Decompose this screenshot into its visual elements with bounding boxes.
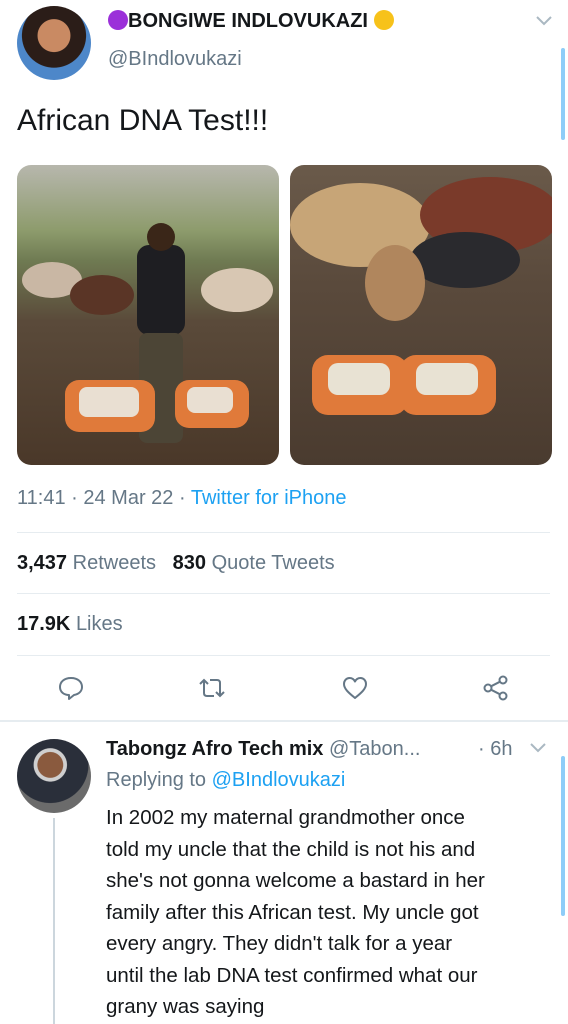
section-divider <box>0 720 568 722</box>
quote-tweets-stat[interactable]: 830 Quote Tweets <box>173 552 335 574</box>
reply-icon[interactable] <box>57 674 85 702</box>
yellow-circle-emoji-icon <box>373 10 394 30</box>
author-avatar[interactable] <box>17 6 91 80</box>
reply-text: In 2002 my maternal grandmother once tol… <box>106 802 485 1023</box>
divider <box>17 532 550 533</box>
tweet-photo-2[interactable] <box>290 165 552 465</box>
author-name-row[interactable]: BONGIWE INDLOVUKAZI <box>108 10 394 33</box>
retweets-stat[interactable]: 3,437 Retweets <box>17 552 156 574</box>
reply-text-line: until the lab DNA test confirmed what ou… <box>106 963 478 987</box>
thread-line <box>53 818 55 1024</box>
reply-chevron-down-icon[interactable] <box>528 741 548 760</box>
reply-author-name: Tabongz Afro Tech mix <box>106 738 324 760</box>
like-icon[interactable] <box>341 674 369 702</box>
replying-to: Replying to @BIndlovukazi <box>106 769 346 791</box>
divider <box>17 593 550 594</box>
reply-text-line: family after this African test. My uncle… <box>106 900 479 924</box>
divider <box>17 655 550 656</box>
reply-age: · 6h <box>478 738 513 760</box>
dot-separator: · <box>179 487 186 509</box>
reply-author-avatar[interactable] <box>17 739 91 813</box>
reply-text-line: told my uncle that the child is not his … <box>106 837 476 861</box>
reply-text-line: In 2002 my maternal grandmother once <box>106 806 465 829</box>
purple-circle-emoji-icon <box>108 10 128 30</box>
author-handle[interactable]: @BIndlovukazi <box>108 48 242 71</box>
dot-separator: · <box>71 487 78 509</box>
retweet-icon[interactable] <box>197 674 227 702</box>
author-name: BONGIWE INDLOVUKAZI <box>128 10 368 32</box>
replying-to-handle-link[interactable]: @BIndlovukazi <box>212 769 346 791</box>
tweet-photo-1[interactable] <box>17 165 279 465</box>
reply-scrollbar-thumb[interactable] <box>561 756 565 916</box>
reply-text-line: grany was saying <box>106 995 265 1018</box>
reply-text-line: she's not gonna welcome a bastard in her <box>106 869 485 892</box>
tweet-time: 11:41 <box>17 487 66 509</box>
reply-header[interactable]: Tabongz Afro Tech mix @Tabon... <box>106 738 420 761</box>
tweet-timestamp: 11:41 · 24 Mar 22 · Twitter for iPhone <box>17 487 347 510</box>
share-icon[interactable] <box>482 674 510 702</box>
likes-stat[interactable]: 17.9K Likes <box>17 613 123 636</box>
tweet-text: African DNA Test!!! <box>17 104 269 137</box>
tweet-source-link[interactable]: Twitter for iPhone <box>191 487 347 509</box>
reply-author-handle: @Tabon... <box>328 738 421 760</box>
reply-text-line: every angry. They didn't talk for a year <box>106 932 453 955</box>
scrollbar-thumb[interactable] <box>561 48 565 140</box>
tweet-date: 24 Mar 22 <box>83 487 174 509</box>
chevron-down-icon[interactable] <box>534 14 554 33</box>
engagement-stats: 3,437 Retweets 830 Quote Tweets <box>17 552 335 575</box>
